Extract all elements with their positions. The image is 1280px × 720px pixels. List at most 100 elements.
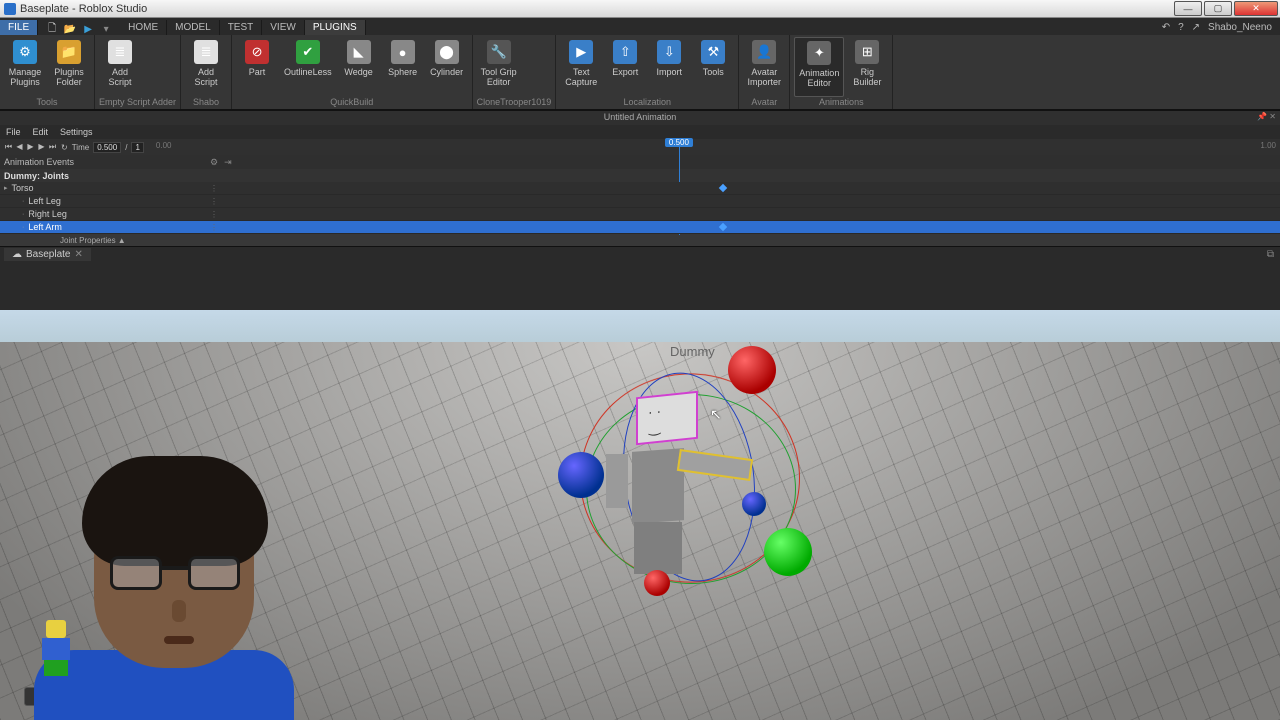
animation-title: Untitled Animation 📌 ✕ <box>0 111 1280 125</box>
tool-grip-button[interactable]: 🔧Tool Grip Editor <box>477 37 521 97</box>
rig-name-label: Dummy <box>670 344 715 359</box>
ribbon-group-empty-script-adder: ≣Add ScriptEmpty Script Adder <box>95 35 181 109</box>
expand-viewport-icon[interactable]: ⧉ <box>1267 249 1274 260</box>
rig-legs[interactable] <box>634 522 682 574</box>
keyframe-icon[interactable] <box>719 184 727 192</box>
wedge-label: Wedge <box>344 67 372 77</box>
anim-menu-edit[interactable]: Edit <box>33 127 49 137</box>
app-icon <box>4 3 16 15</box>
close-button[interactable]: ✕ <box>1234 1 1278 16</box>
part-icon: ⊘ <box>244 39 270 65</box>
time-input[interactable]: 0.500 <box>93 142 121 153</box>
rig-head[interactable] <box>636 391 698 446</box>
tab-model[interactable]: MODEL <box>167 20 220 35</box>
document-tab-baseplate[interactable]: ☁ Baseplate ✕ <box>4 248 91 261</box>
username[interactable]: Shabo_Neeno <box>1208 22 1272 33</box>
webcam-overlay <box>34 460 294 720</box>
goto-start-icon[interactable]: ⏮ <box>4 142 13 152</box>
joint-properties[interactable]: Joint Properties ▲ <box>0 234 1280 246</box>
events-add-icon[interactable]: ⇥ <box>224 157 232 168</box>
gizmo-handle-z-pos[interactable] <box>742 492 766 516</box>
tool-grip-label: Tool Grip Editor <box>481 67 517 87</box>
undo-icon[interactable]: ↶ <box>1162 22 1170 33</box>
anim-menu-settings[interactable]: Settings <box>60 127 93 137</box>
import-button[interactable]: ⇩ Import <box>648 37 690 97</box>
rig-builder-button[interactable]: ⊞Rig Builder <box>846 37 888 97</box>
step-fwd-icon[interactable]: ▶ <box>37 142 46 152</box>
ribbon-group-localization: ▶Text Capture⇧Export⇩Import⚒ToolsLocaliz… <box>556 35 739 109</box>
ribbon-group-animations: ✦Animation Editor⊞Rig BuilderAnimations <box>790 35 893 109</box>
animation-editor-button[interactable]: ✦Animation Editor <box>794 37 844 97</box>
tab-file[interactable]: FILE <box>0 20 38 35</box>
wedge-button[interactable]: ◣Wedge <box>338 37 380 97</box>
outlineless-button[interactable]: ✔OutlineLess <box>280 37 336 97</box>
text-capture-button[interactable]: ▶Text Capture <box>560 37 602 97</box>
tools-label: Tools <box>703 67 724 77</box>
avatar-importer-button[interactable]: 👤Avatar Importer <box>743 37 785 97</box>
gizmo-handle-x-neg[interactable] <box>644 570 670 596</box>
events-gear-icon[interactable]: ⚙ <box>210 157 218 168</box>
goto-end-icon[interactable]: ⏭ <box>48 142 57 152</box>
animation-editor-label: Animation Editor <box>799 68 839 88</box>
share-icon[interactable]: ↗ <box>1192 22 1200 33</box>
gizmo-handle-x-pos[interactable] <box>728 346 776 394</box>
time-sep: / <box>125 143 127 152</box>
rig-torso[interactable] <box>632 448 684 524</box>
gizmo-handle-z-neg[interactable] <box>558 452 604 498</box>
gizmo-handle-y-pos[interactable] <box>764 528 812 576</box>
manage-plugins-icon: ⚙ <box>12 39 38 65</box>
close-tab-icon[interactable]: ✕ <box>74 249 82 260</box>
user-area: ↶ ? ↗ Shabo_Neeno <box>1154 20 1280 35</box>
rotation-gizmo[interactable]: Dummy ↖ <box>560 350 860 650</box>
tab-plugins[interactable]: PLUGINS <box>305 20 366 35</box>
import-label: Import <box>657 67 683 77</box>
anim-menu-file[interactable]: File <box>6 127 21 137</box>
export-button[interactable]: ⇧Export <box>604 37 646 97</box>
keyframe-icon[interactable] <box>719 223 727 231</box>
maximize-button[interactable]: ▢ <box>1204 1 1232 16</box>
avatar-importer-icon: 👤 <box>751 39 777 65</box>
add-script-1-icon: ≣ <box>107 39 133 65</box>
joints-header: Dummy: Joints <box>0 169 1280 182</box>
add-script-1-button[interactable]: ≣Add Script <box>99 37 141 97</box>
import-icon: ⇩ <box>656 39 682 65</box>
new-icon[interactable]: 🗋 <box>46 23 58 35</box>
tab-test[interactable]: TEST <box>220 20 263 35</box>
viewport-3d[interactable]: Dummy ↖ Local <box>0 310 1280 720</box>
part-button[interactable]: ⊘Part <box>236 37 278 97</box>
tools-button[interactable]: ⚒Tools <box>692 37 734 97</box>
joint-row-left-arm[interactable]: ·Left Arm⋮ <box>0 221 1280 234</box>
cylinder-button[interactable]: ⬤Cylinder <box>426 37 468 97</box>
play-icon[interactable]: ▶ <box>82 23 94 35</box>
minimize-button[interactable]: — <box>1174 1 1202 16</box>
open-icon[interactable]: 📂 <box>64 23 76 35</box>
sphere-icon: ● <box>390 39 416 65</box>
ribbon-tabstrip: FILE 🗋 📂 ▶ ▾ HOMEMODELTESTVIEWPLUGINS ↶ … <box>0 18 1280 35</box>
rig-left-arm[interactable] <box>606 454 628 508</box>
add-script-2-button[interactable]: ≣Add Script <box>185 37 227 97</box>
play-icon[interactable]: ▶ <box>26 142 35 152</box>
add-script-1-label: Add Script <box>108 67 131 87</box>
joint-row-right-leg[interactable]: ·Right Leg⋮ <box>0 208 1280 221</box>
time-max-input[interactable]: 1 <box>131 142 143 153</box>
cloud-icon: ☁ <box>12 249 22 260</box>
ruler-start: 0.00 <box>156 141 172 150</box>
help-icon[interactable]: ? <box>1178 22 1184 33</box>
tab-home[interactable]: HOME <box>120 20 167 35</box>
step-back-icon[interactable]: ◀ <box>15 142 24 152</box>
sphere-button[interactable]: ●Sphere <box>382 37 424 97</box>
loop-icon[interactable]: ↻ <box>61 143 68 152</box>
outlineless-label: OutlineLess <box>284 67 332 77</box>
dropdown-icon[interactable]: ▾ <box>100 23 112 35</box>
ribbon-group-quickbuild: ⊘Part✔OutlineLess◣Wedge●Sphere⬤CylinderQ… <box>232 35 473 109</box>
plugins-folder-button[interactable]: 📁Plugins Folder <box>48 37 90 97</box>
timeline-ruler[interactable]: 0.00 1.00 0.500 <box>156 139 1280 155</box>
panel-pin-icon[interactable]: 📌 ✕ <box>1257 112 1276 121</box>
joint-row-left-leg[interactable]: ·Left Leg⋮ <box>0 195 1280 208</box>
ribbon-group-avatar: 👤Avatar ImporterAvatar <box>739 35 790 109</box>
time-label: Time <box>72 143 89 152</box>
joint-row-torso[interactable]: ▸Torso⋮ <box>0 182 1280 195</box>
export-label: Export <box>612 67 638 77</box>
manage-plugins-button[interactable]: ⚙Manage Plugins <box>4 37 46 97</box>
tab-view[interactable]: VIEW <box>262 20 305 35</box>
